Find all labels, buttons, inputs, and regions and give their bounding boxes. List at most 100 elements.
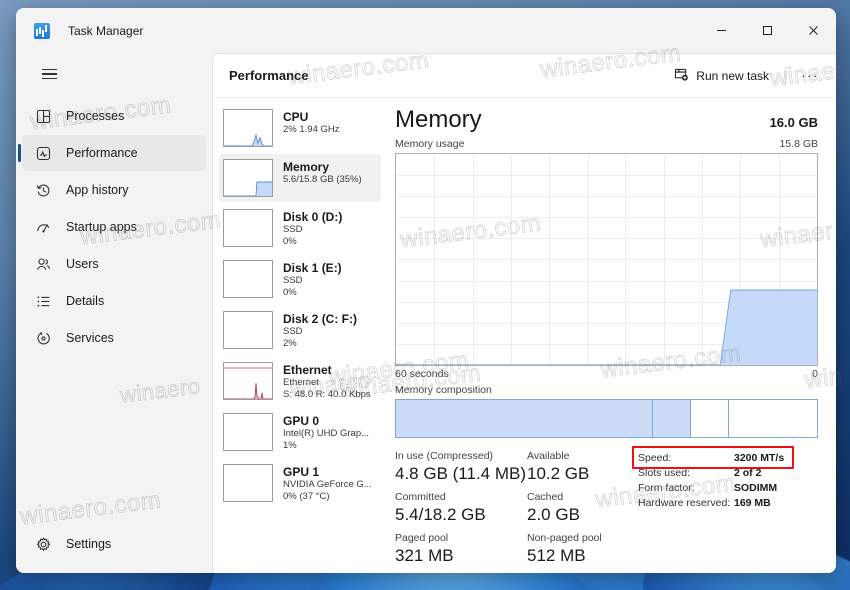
tile-detail: 0% bbox=[283, 236, 297, 247]
sidebar: Processes Performance App history Startu… bbox=[16, 53, 212, 573]
sidebar-footer: Settings bbox=[16, 525, 212, 573]
sidebar-item-services[interactable]: Services bbox=[22, 320, 206, 356]
memory-usage-area bbox=[396, 154, 817, 365]
more-options-button[interactable]: ··· bbox=[794, 62, 826, 90]
stat-row: Paged pool 321 MB Non-paged pool 512 MB bbox=[395, 532, 638, 566]
tile-sparkline bbox=[223, 209, 273, 247]
composition-segment-in-use bbox=[396, 399, 653, 437]
sidebar-item-label: Users bbox=[66, 257, 99, 271]
gear-icon bbox=[34, 535, 52, 553]
memory-detail-pane: Memory 16.0 GB Memory usage 15.8 GB 60 s… bbox=[381, 98, 836, 573]
memory-usage-scale-max: 15.8 GB bbox=[779, 138, 818, 150]
run-new-task-icon bbox=[674, 67, 689, 85]
services-icon bbox=[34, 329, 52, 347]
detail-speed: Speed: 3200 MT/s bbox=[638, 451, 818, 466]
stat-label: Available bbox=[527, 450, 570, 462]
window-controls bbox=[698, 8, 836, 53]
tile-title: Disk 0 (D:) bbox=[283, 210, 343, 224]
memory-total: 16.0 GB bbox=[769, 115, 818, 130]
processes-icon bbox=[34, 107, 52, 125]
details-icon bbox=[34, 292, 52, 310]
sidebar-item-performance[interactable]: Performance bbox=[18, 135, 206, 171]
detail-key: Speed: bbox=[638, 452, 672, 464]
tile-title: Memory bbox=[283, 160, 330, 174]
composition-segment-modified bbox=[652, 399, 691, 437]
stat-value: 2.0 GB bbox=[527, 505, 580, 524]
sidebar-item-settings[interactable]: Settings bbox=[22, 526, 206, 562]
sidebar-item-processes[interactable]: Processes bbox=[22, 98, 206, 134]
tile-detail: 2% bbox=[283, 338, 297, 349]
memory-usage-label: Memory usage bbox=[395, 138, 465, 150]
stat-non-paged-pool: Non-paged pool 512 MB bbox=[527, 532, 602, 566]
sidebar-item-users[interactable]: Users bbox=[22, 246, 206, 282]
tile-memory[interactable]: Memory 5.6/15.8 GB (35%) bbox=[219, 154, 381, 202]
close-button[interactable] bbox=[790, 8, 836, 53]
hamburger-menu-icon[interactable] bbox=[30, 57, 68, 91]
run-new-task-button[interactable]: Run new task bbox=[664, 62, 779, 90]
window-title: Task Manager bbox=[68, 23, 144, 38]
tile-disk-1[interactable]: Disk 1 (E:) SSD 0% bbox=[219, 255, 381, 304]
sidebar-item-label: Startup apps bbox=[66, 220, 137, 234]
sidebar-item-startup-apps[interactable]: Startup apps bbox=[22, 209, 206, 245]
tile-detail: 2% 1.94 GHz bbox=[283, 124, 340, 135]
stat-cached: Cached 2.0 GB bbox=[527, 491, 580, 525]
minimize-button[interactable] bbox=[698, 8, 744, 53]
tile-title: Ethernet bbox=[283, 363, 332, 377]
tile-gpu-1[interactable]: GPU 1 NVIDIA GeForce G... 0% (37 °C) bbox=[219, 459, 381, 508]
stat-committed: Committed 5.4/18.2 GB bbox=[395, 491, 527, 525]
tile-sparkline bbox=[223, 159, 273, 197]
memory-hardware-details: Speed: 3200 MT/s Slots used: 2 of 2 Form… bbox=[632, 446, 818, 573]
performance-icon bbox=[34, 144, 52, 162]
stat-label: Paged pool bbox=[395, 532, 449, 544]
sidebar-nav-list: Processes Performance App history Startu… bbox=[16, 97, 212, 525]
tile-title: GPU 0 bbox=[283, 414, 320, 428]
tile-title: GPU 1 bbox=[283, 465, 320, 479]
stat-available: Available 10.2 GB bbox=[527, 450, 589, 484]
detail-form-factor: Form factor: SODIMM bbox=[638, 481, 818, 496]
composition-segment-free bbox=[728, 399, 817, 437]
composition-segment-standby bbox=[690, 399, 729, 437]
sidebar-item-label: App history bbox=[66, 183, 129, 197]
startup-icon bbox=[34, 218, 52, 236]
detail-key: Slots used: bbox=[638, 467, 690, 479]
sidebar-item-label: Details bbox=[66, 294, 105, 308]
tile-ethernet[interactable]: Ethernet Ethernet S: 48.0 R: 40.0 Kbps bbox=[219, 357, 381, 406]
tile-disk-0[interactable]: Disk 0 (D:) SSD 0% bbox=[219, 204, 381, 253]
page-title: Performance bbox=[229, 68, 309, 83]
detail-key: Hardware reserved: bbox=[638, 497, 731, 509]
sidebar-item-app-history[interactable]: App history bbox=[22, 172, 206, 208]
tile-sparkline bbox=[223, 464, 273, 502]
sidebar-item-label: Performance bbox=[66, 146, 138, 160]
memory-composition-label: Memory composition bbox=[395, 383, 492, 396]
sidebar-item-details[interactable]: Details bbox=[22, 283, 206, 319]
sidebar-item-label: Processes bbox=[66, 109, 125, 123]
maximize-button[interactable] bbox=[744, 8, 790, 53]
stat-in-use: In use (Compressed) 4.8 GB (11.4 MB) bbox=[395, 450, 527, 484]
stat-value: 321 MB bbox=[395, 546, 454, 565]
stat-label: Cached bbox=[527, 491, 564, 503]
detail-value: 2 of 2 bbox=[734, 467, 762, 479]
resource-tile-list: CPU 2% 1.94 GHz Memory 5.6/15.8 GB (35%)… bbox=[213, 98, 381, 573]
header-divider bbox=[785, 66, 786, 85]
graph-axis-right: 0 bbox=[812, 367, 818, 380]
tile-detail: 0% bbox=[283, 287, 297, 298]
stat-value: 5.4/18.2 GB bbox=[395, 505, 486, 524]
tile-cpu[interactable]: CPU 2% 1.94 GHz bbox=[219, 104, 381, 152]
tile-detail: SSD bbox=[283, 326, 303, 337]
tile-sparkline bbox=[223, 260, 273, 298]
tile-sparkline bbox=[223, 109, 273, 147]
tile-disk-2[interactable]: Disk 2 (C: F:) SSD 2% bbox=[219, 306, 381, 355]
tile-sparkline bbox=[223, 413, 273, 451]
sidebar-item-label: Settings bbox=[66, 537, 112, 551]
content-header: Performance Run new task ··· bbox=[213, 54, 836, 98]
content-pane: Performance Run new task ··· CPU 2% 1.94… bbox=[212, 53, 836, 573]
memory-composition-bar[interactable] bbox=[395, 398, 818, 438]
tile-detail: 0% (37 °C) bbox=[283, 491, 330, 502]
memory-stats: In use (Compressed) 4.8 GB (11.4 MB) Ava… bbox=[395, 446, 818, 573]
tile-sparkline bbox=[223, 311, 273, 349]
detail-value: SODIMM bbox=[734, 482, 778, 494]
sidebar-item-label: Services bbox=[66, 331, 114, 345]
tile-gpu-0[interactable]: GPU 0 Intel(R) UHD Grap... 1% bbox=[219, 408, 381, 457]
tile-detail: S: 48.0 R: 40.0 Kbps bbox=[283, 389, 371, 400]
tile-detail: 1% bbox=[283, 440, 297, 451]
